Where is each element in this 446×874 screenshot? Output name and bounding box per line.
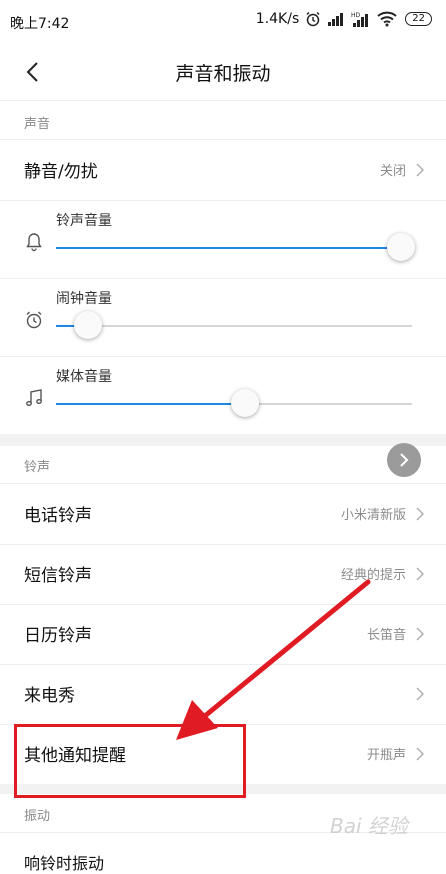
chevron-right-icon (400, 453, 409, 467)
mute-dnd-label: 静音/勿扰 (24, 162, 98, 182)
signal-icon (327, 12, 345, 26)
calendar-ringtone-row[interactable]: 日历铃声 长笛音 (0, 604, 446, 664)
signal-hd-icon: HD (351, 11, 371, 27)
chevron-right-icon (416, 567, 424, 581)
svg-text:HD: HD (351, 12, 361, 19)
media-volume-label: 媒体音量 (56, 369, 112, 385)
slider-thumb[interactable] (230, 389, 259, 417)
phone-ringtone-value: 小米清新版 (340, 508, 406, 523)
media-volume-row: 媒体音量 (0, 356, 446, 434)
ringtone-volume-slider[interactable] (56, 233, 416, 261)
music-note-icon (26, 389, 42, 406)
wifi-icon (377, 11, 397, 27)
chevron-right-icon (416, 687, 424, 701)
ring-vibrate-label[interactable]: 响铃时振动 (24, 850, 104, 874)
alarm-clock-icon (26, 311, 42, 329)
caller-show-label: 来电秀 (24, 686, 75, 706)
chevron-right-icon (416, 507, 424, 521)
chevron-right-icon (416, 627, 424, 641)
calendar-ringtone-value: 长笛音 (366, 628, 406, 643)
sms-ringtone-row[interactable]: 短信铃声 经典的提示 (0, 544, 446, 604)
sms-ringtone-value: 经典的提示 (340, 568, 406, 583)
slider-thumb[interactable] (387, 233, 416, 261)
net-speed: 1.4K/s (255, 11, 300, 27)
ringtone-volume-label: 铃声音量 (56, 213, 112, 229)
chevron-right-icon (416, 747, 424, 761)
mute-dnd-value: 关闭 (379, 164, 406, 179)
chevron-right-icon (416, 163, 424, 177)
alarm-volume-slider[interactable] (56, 311, 412, 339)
caller-show-row[interactable]: 来电秀 (0, 664, 446, 724)
status-icons: 1.4K/s HD 22 (256, 11, 432, 27)
status-bar: 晚上7:42 1.4K/s HD 22 (0, 0, 446, 44)
bell-icon (26, 233, 42, 252)
floating-ball-button[interactable] (387, 443, 421, 477)
calendar-ringtone-label: 日历铃声 (24, 626, 92, 646)
battery-icon: 22 (405, 12, 432, 26)
section-header-sound: 声音 (24, 117, 51, 132)
slider-fill (56, 247, 402, 249)
phone-ringtone-label: 电话铃声 (24, 506, 92, 526)
sms-ringtone-label: 短信铃声 (24, 566, 92, 586)
alarm-volume-label: 闹钟音量 (56, 291, 112, 307)
media-volume-slider[interactable] (56, 389, 412, 417)
phone-ringtone-row[interactable]: 电话铃声 小米清新版 (0, 484, 446, 544)
annotation-highlight-box (14, 724, 246, 798)
page-title: 声音和振动 (175, 63, 271, 85)
ringtone-volume-row: 铃声音量 (0, 200, 446, 278)
slider-thumb[interactable] (74, 311, 103, 339)
alarm-icon (305, 11, 321, 27)
section-header-vibration: 振动 (24, 809, 51, 824)
alarm-volume-row: 闹钟音量 (0, 278, 446, 356)
other-notification-value: 开瓶声 (366, 748, 406, 763)
status-time: 晚上7:42 (10, 16, 70, 32)
watermark: Bai 经验 (330, 814, 408, 838)
mute-dnd-row[interactable]: 静音/勿扰 关闭 (0, 140, 446, 200)
section-header-ringtone: 铃声 (24, 460, 51, 475)
slider-fill (56, 403, 245, 405)
title-bar: 声音和振动 (0, 44, 446, 101)
section-gap (0, 434, 446, 446)
